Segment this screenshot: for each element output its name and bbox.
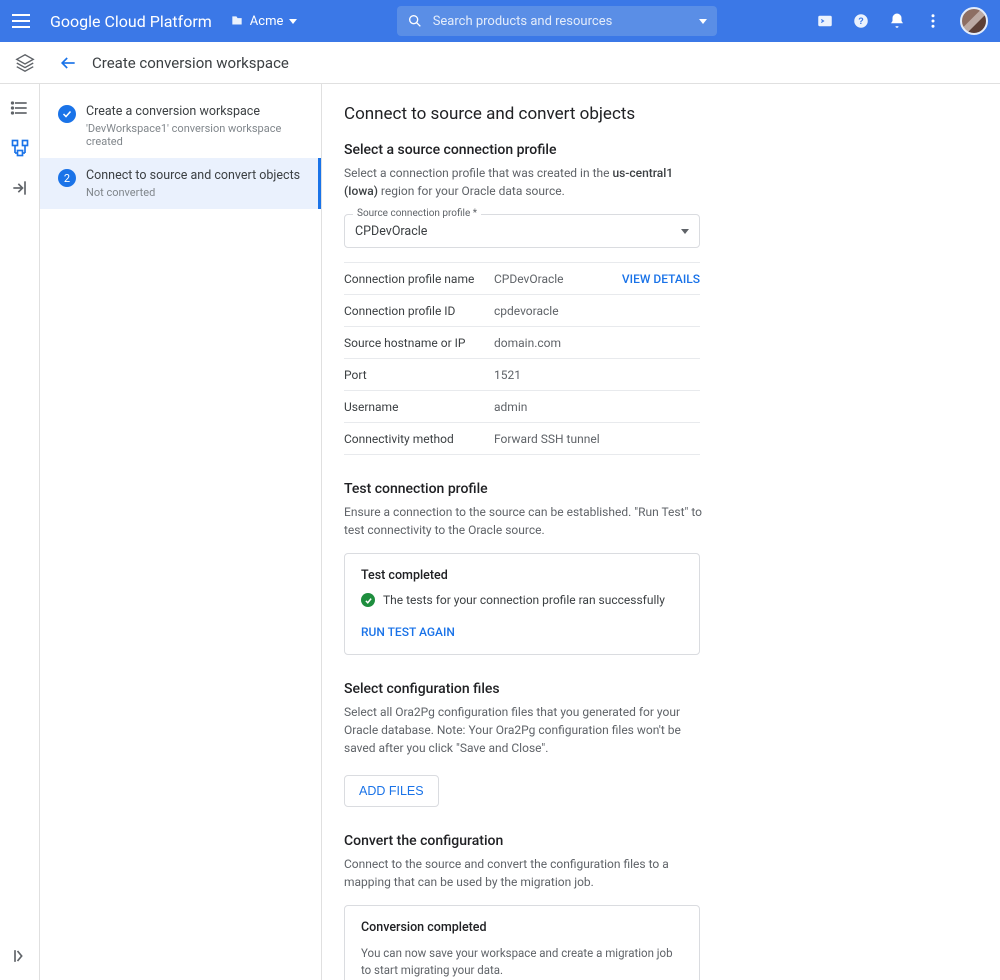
run-test-again-button[interactable]: RUN TEST AGAIN xyxy=(361,625,455,639)
top-bar: Google Cloud Platform Acme Search produc… xyxy=(0,0,1000,42)
test-result-card: Test completed The tests for your connec… xyxy=(344,553,700,655)
conversion-result-card: Conversion completed You can now save yo… xyxy=(344,905,700,980)
table-row: Connection profile name CPDevOracle VIEW… xyxy=(344,263,700,295)
card-title: Test completed xyxy=(361,568,683,583)
view-details-link[interactable]: VIEW DETAILS xyxy=(622,272,700,286)
help-icon[interactable]: ? xyxy=(852,12,870,30)
section-description: Connect to the source and convert the co… xyxy=(344,855,704,891)
project-icon xyxy=(230,14,244,28)
back-arrow-icon[interactable] xyxy=(58,53,78,73)
section-description: Select all Ora2Pg configuration files th… xyxy=(344,703,704,757)
avatar[interactable] xyxy=(960,7,988,35)
notifications-icon[interactable] xyxy=(888,12,906,30)
section-title: Convert the configuration xyxy=(344,833,970,849)
table-row: Connectivity methodForward SSH tunnel xyxy=(344,423,700,455)
table-row: Source hostname or IPdomain.com xyxy=(344,327,700,359)
sub-header: Create conversion workspace xyxy=(0,42,1000,84)
step-connect-convert[interactable]: 2 Connect to source and convert objects … xyxy=(40,158,321,209)
status-row: The tests for your connection profile ra… xyxy=(361,593,683,607)
hamburger-menu-icon[interactable] xyxy=(12,9,36,33)
section-title: Test connection profile xyxy=(344,481,970,497)
caret-down-icon xyxy=(289,19,297,24)
test-connection-section: Test connection profile Ensure a connect… xyxy=(344,481,970,655)
select-profile-section: Select a source connection profile Selec… xyxy=(344,142,970,455)
section-description: Ensure a connection to the source can be… xyxy=(344,503,704,539)
add-files-button[interactable]: ADD FILES xyxy=(344,775,439,807)
step-title: Connect to source and convert objects xyxy=(86,168,300,183)
rail-expand-icon[interactable] xyxy=(10,946,30,966)
table-row: Port1521 xyxy=(344,359,700,391)
success-check-icon xyxy=(361,593,375,607)
content-heading: Connect to source and convert objects xyxy=(344,104,970,124)
step-create-workspace[interactable]: Create a conversion workspace 'DevWorksp… xyxy=(40,94,321,158)
rail-list-icon[interactable] xyxy=(10,98,30,118)
project-name: Acme xyxy=(250,14,284,29)
rail-import-icon[interactable] xyxy=(10,178,30,198)
left-rail xyxy=(0,84,40,980)
step-title: Create a conversion workspace xyxy=(86,104,307,119)
rail-tree-icon[interactable] xyxy=(10,138,30,158)
platform-title: Google Cloud Platform xyxy=(50,12,212,31)
status-text: The tests for your connection profile ra… xyxy=(383,593,665,607)
card-title: Conversion completed xyxy=(361,920,683,935)
source-connection-profile-select[interactable]: Source connection profile * CPDevOracle xyxy=(344,214,700,248)
cloud-shell-icon[interactable] xyxy=(816,12,834,30)
step-panel: Create a conversion workspace 'DevWorksp… xyxy=(40,84,322,980)
section-description: Select a connection profile that was cre… xyxy=(344,164,704,200)
field-label: Source connection profile * xyxy=(353,208,481,219)
card-subtitle: You can now save your workspace and crea… xyxy=(361,945,681,980)
project-picker[interactable]: Acme xyxy=(230,14,298,29)
profile-details-table: Connection profile name CPDevOracle VIEW… xyxy=(344,262,700,455)
search-icon xyxy=(407,13,423,29)
section-title: Select configuration files xyxy=(344,681,970,697)
check-icon xyxy=(58,105,76,123)
product-icon xyxy=(14,52,36,74)
step-subtitle: Not converted xyxy=(86,186,300,199)
step-subtitle: 'DevWorkspace1' conversion workspace cre… xyxy=(86,122,307,148)
caret-down-icon xyxy=(699,19,707,24)
table-row: Connection profile IDcpdevoracle xyxy=(344,295,700,327)
table-row: Usernameadmin xyxy=(344,391,700,423)
svg-text:?: ? xyxy=(858,16,864,26)
convert-section: Convert the configuration Connect to the… xyxy=(344,833,970,980)
step-number-icon: 2 xyxy=(58,169,76,187)
page-title: Create conversion workspace xyxy=(92,54,289,72)
caret-down-icon xyxy=(681,229,689,234)
search-placeholder: Search products and resources xyxy=(433,14,613,29)
section-title: Select a source connection profile xyxy=(344,142,970,158)
content-area: Connect to source and convert objects Se… xyxy=(322,84,1000,980)
config-files-section: Select configuration files Select all Or… xyxy=(344,681,970,807)
more-vert-icon[interactable] xyxy=(924,12,942,30)
top-actions: ? xyxy=(816,7,988,35)
field-value: CPDevOracle xyxy=(355,224,427,239)
search-input[interactable]: Search products and resources xyxy=(397,6,717,36)
